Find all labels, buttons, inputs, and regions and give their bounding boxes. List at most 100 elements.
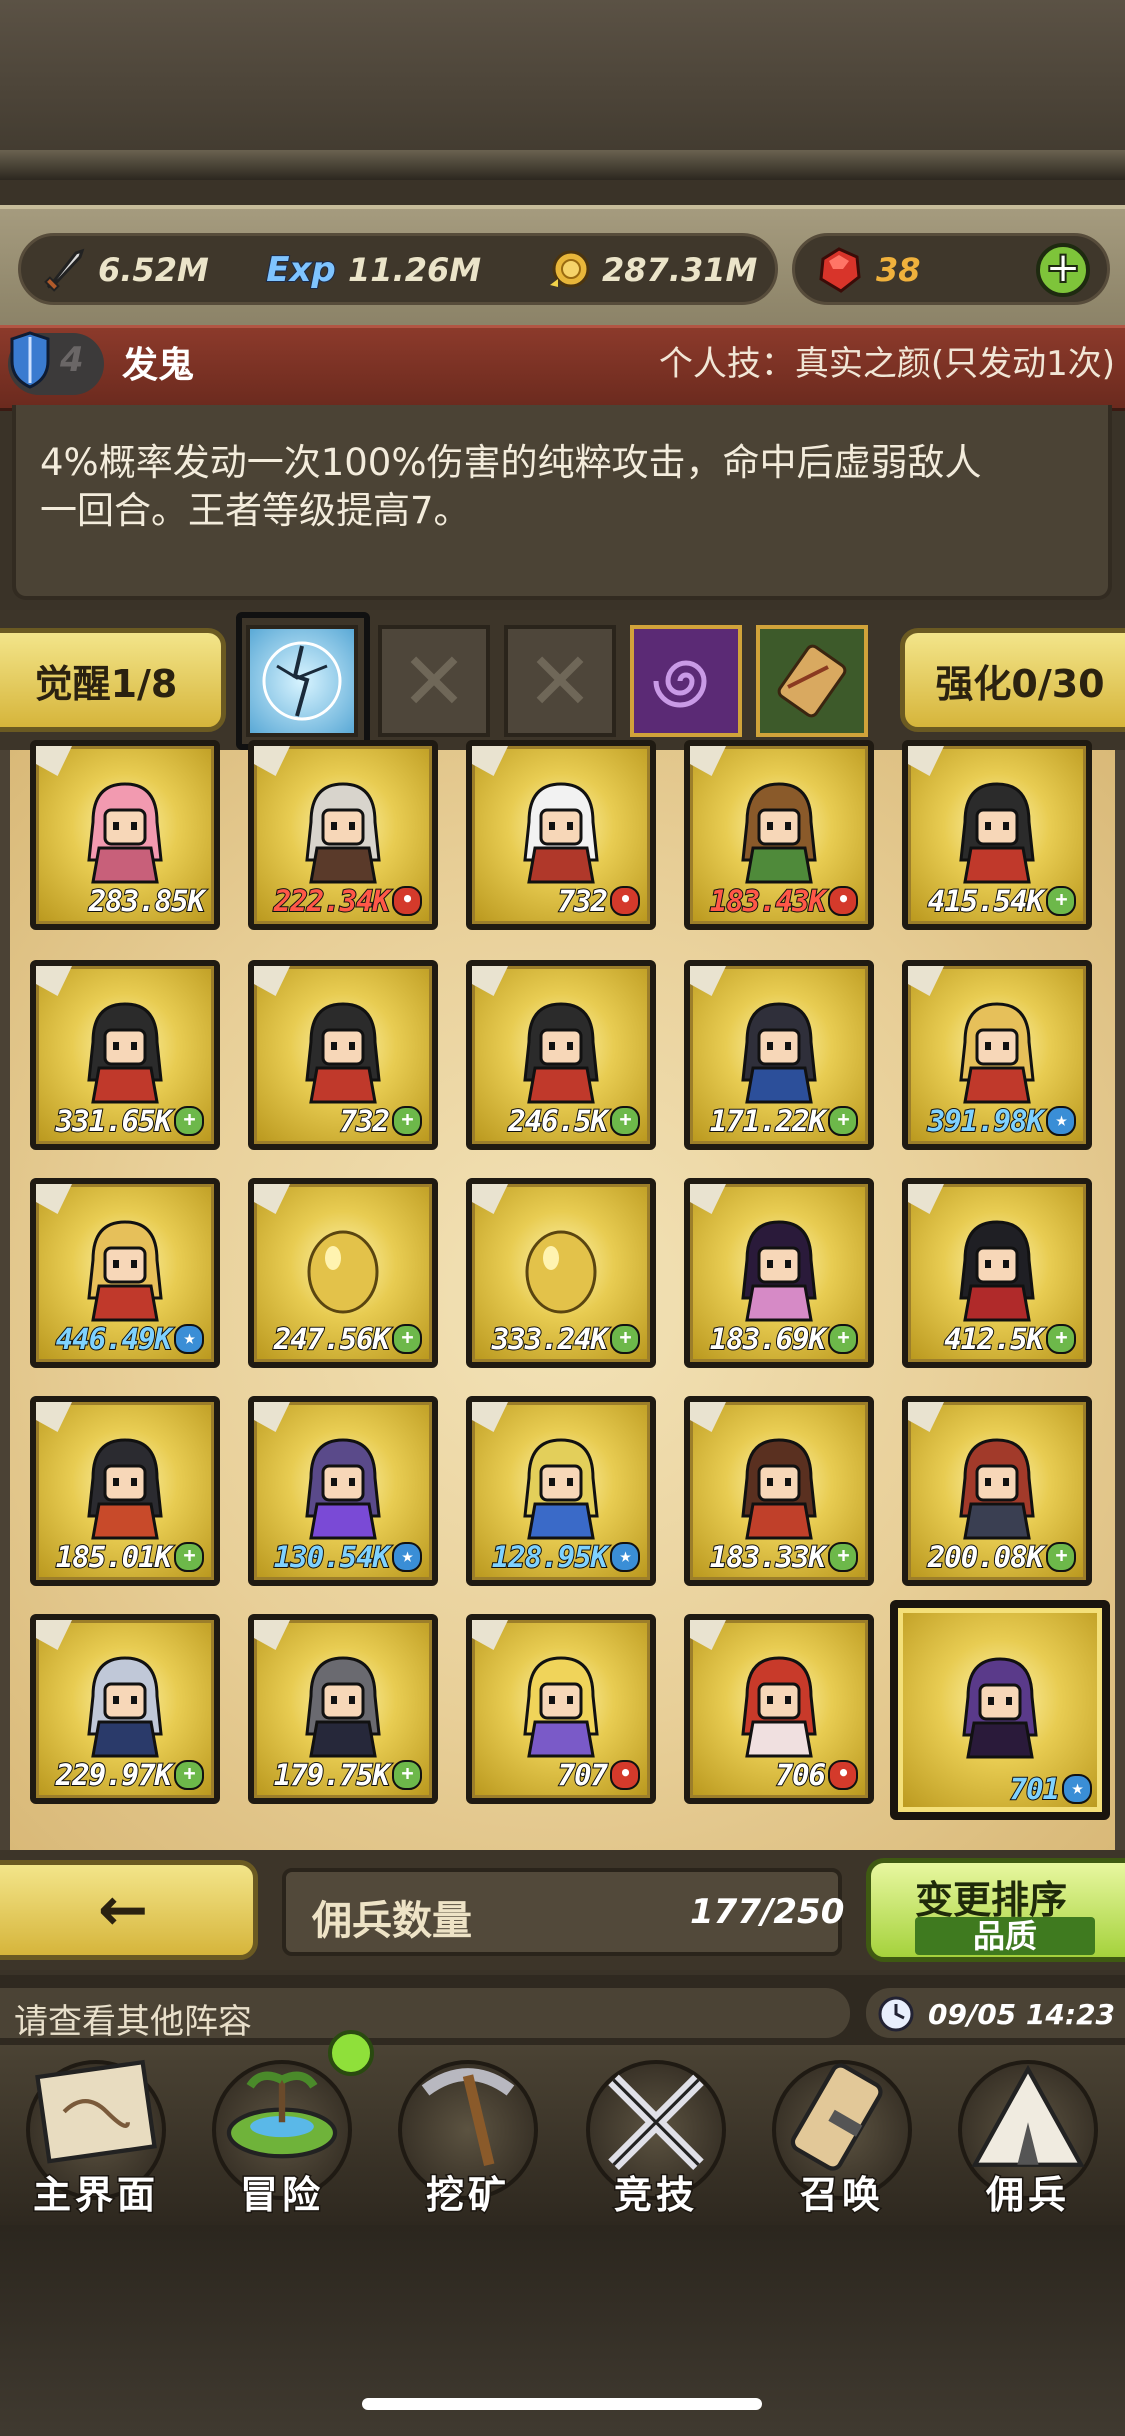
card-corner-tab	[690, 746, 726, 776]
mercenary-power: 333.24K +	[491, 1321, 640, 1357]
mercenary-power-value: 183.69K	[709, 1321, 827, 1357]
card-corner-tab	[254, 1620, 290, 1650]
shield-icon	[6, 331, 54, 389]
empty-skill-slot[interactable]: ✕	[504, 625, 616, 737]
mercenary-power: 130.54K ★	[273, 1539, 422, 1575]
mercenary-card[interactable]: 701 ★	[890, 1600, 1110, 1820]
awaken-button[interactable]: 觉醒1/8	[0, 628, 226, 732]
mercenary-power-value: 200.08K	[927, 1539, 1045, 1575]
nav-label: 佣兵	[984, 2172, 1070, 2219]
mercenary-power: 171.22K +	[709, 1103, 858, 1139]
mercenary-card[interactable]: 183.69K +	[684, 1178, 874, 1368]
gem-count: 38	[876, 251, 921, 289]
sword-icon	[38, 243, 92, 297]
bearded-elder-portrait-icon	[305, 782, 381, 884]
mercenary-card[interactable]: 283.85K	[30, 740, 220, 930]
card-corner-tab	[908, 746, 944, 776]
mercenary-card[interactable]: 415.54K +	[902, 740, 1092, 930]
nav-item-1[interactable]: 主界面	[6, 2048, 186, 2223]
mercenary-power-value: 283.85K	[88, 883, 206, 919]
purple-haired-ghost-portrait-icon	[962, 1657, 1038, 1759]
hero-name: 发鬼	[122, 345, 195, 386]
notification-dot	[328, 2030, 374, 2076]
mercenary-power: 446.49K ★	[55, 1321, 204, 1357]
card-corner-tab	[690, 966, 726, 996]
star-rank-icon: ★	[1046, 1106, 1076, 1136]
pink-haired-girl-portrait-icon	[87, 782, 163, 884]
mercenary-card[interactable]: 246.5K +	[466, 960, 656, 1150]
mercenary-card[interactable]: 446.49K ★	[30, 1178, 220, 1368]
sort-mode-label: 品质	[915, 1917, 1095, 1955]
nav-item-6[interactable]: 佣兵	[938, 2048, 1118, 2223]
upgrade-plus-icon: +	[1046, 886, 1076, 916]
mercenary-card[interactable]: 247.56K +	[248, 1178, 438, 1368]
hatted-gunner-portrait-icon	[959, 1438, 1035, 1540]
mercenary-power: 247.56K +	[273, 1321, 422, 1357]
mercenary-power-value: 333.24K	[491, 1321, 609, 1357]
mercenary-card[interactable]: 183.43K •	[684, 740, 874, 930]
mercenary-card[interactable]: 229.97K +	[30, 1614, 220, 1804]
status-time: 09/05 14:23	[928, 1998, 1116, 2031]
flower-maiden-portrait-icon	[741, 1220, 817, 1322]
mercenary-power: 331.65K +	[55, 1103, 204, 1139]
upgrade-plus-icon: +	[392, 1106, 422, 1136]
scroll-skill-slot[interactable]	[756, 625, 868, 737]
grey-haired-fighter-portrait-icon	[87, 1438, 163, 1540]
status-message: 请查看其他阵容	[14, 2002, 252, 2042]
golden-egg-portrait-icon	[525, 1230, 597, 1314]
empty-skill-slot[interactable]: ✕	[378, 625, 490, 737]
red-rank-icon: •	[828, 886, 858, 916]
mercenary-card[interactable]: 171.22K +	[684, 960, 874, 1150]
home-indicator[interactable]	[362, 2398, 762, 2410]
mercenary-card[interactable]: 732 +	[248, 960, 438, 1150]
gold-value: 287.31M	[602, 251, 758, 289]
star-rank-icon: ★	[1062, 1774, 1092, 1804]
mercenary-card[interactable]: 331.65K +	[30, 960, 220, 1150]
back-button[interactable]: ←	[0, 1860, 258, 1960]
upgrade-plus-icon: +	[1046, 1542, 1076, 1572]
mercenary-card[interactable]: 200.08K +	[902, 1396, 1092, 1586]
mercenary-count-value: 177/250	[690, 1892, 845, 1932]
mercenary-power-value: 446.49K	[55, 1321, 173, 1357]
mercenary-card[interactable]: 183.33K +	[684, 1396, 874, 1586]
change-sort-button[interactable]: 变更排序 品质	[866, 1858, 1125, 1962]
mercenary-card[interactable]: 412.5K +	[902, 1178, 1092, 1368]
hero-level: 4	[60, 340, 84, 380]
attack-value: 6.52M	[98, 251, 209, 289]
mercenary-card[interactable]: 391.98K ★	[902, 960, 1092, 1150]
black-haired-girl-portrait-icon	[959, 1220, 1035, 1322]
mercenary-card[interactable]: 732 •	[466, 740, 656, 930]
mercenary-power: 128.95K ★	[491, 1539, 640, 1575]
vortex-icon	[653, 660, 707, 708]
nav-item-4[interactable]: 竞技	[566, 2048, 746, 2223]
mercenary-card[interactable]: 333.24K +	[466, 1178, 656, 1368]
upgrade-plus-icon: +	[828, 1106, 858, 1136]
red-rank-icon: •	[392, 886, 422, 916]
vortex-skill-slot[interactable]	[630, 625, 742, 737]
upgrade-plus-icon: +	[828, 1542, 858, 1572]
mercenary-card[interactable]: 185.01K +	[30, 1396, 220, 1586]
mercenary-power-value: 229.97K	[55, 1757, 173, 1793]
white-haired-warrior-portrait-icon	[523, 782, 599, 884]
mercenary-card[interactable]: 707 •	[466, 1614, 656, 1804]
mercenary-power: 185.01K +	[55, 1539, 204, 1575]
upgrade-plus-icon: +	[392, 1324, 422, 1354]
nav-item-5[interactable]: 召唤	[752, 2048, 932, 2223]
red-hooded-girl-portrait-icon	[523, 1002, 599, 1104]
mercenary-power-value: 391.98K	[927, 1103, 1045, 1139]
upgrade-plus-icon: +	[828, 1324, 858, 1354]
mercenary-card[interactable]: 128.95K ★	[466, 1396, 656, 1586]
card-corner-tab	[908, 1184, 944, 1214]
card-corner-tab	[472, 1620, 508, 1650]
nav-item-3[interactable]: 挖矿	[378, 2048, 558, 2223]
mercenary-power-value: 701	[1009, 1771, 1061, 1807]
mercenary-card[interactable]: 179.75K +	[248, 1614, 438, 1804]
mercenary-card[interactable]: 130.54K ★	[248, 1396, 438, 1586]
add-gems-button[interactable]: +	[1036, 243, 1090, 297]
mercenary-card[interactable]: 222.34K •	[248, 740, 438, 930]
mercenary-power: 706 •	[775, 1757, 858, 1793]
enhance-button[interactable]: 强化0/30	[900, 628, 1125, 732]
mercenary-card[interactable]: 706 •	[684, 1614, 874, 1804]
skill-description-line2: 一回合。王者等级提高7。	[40, 489, 471, 532]
nav-label: 召唤	[798, 2172, 884, 2219]
